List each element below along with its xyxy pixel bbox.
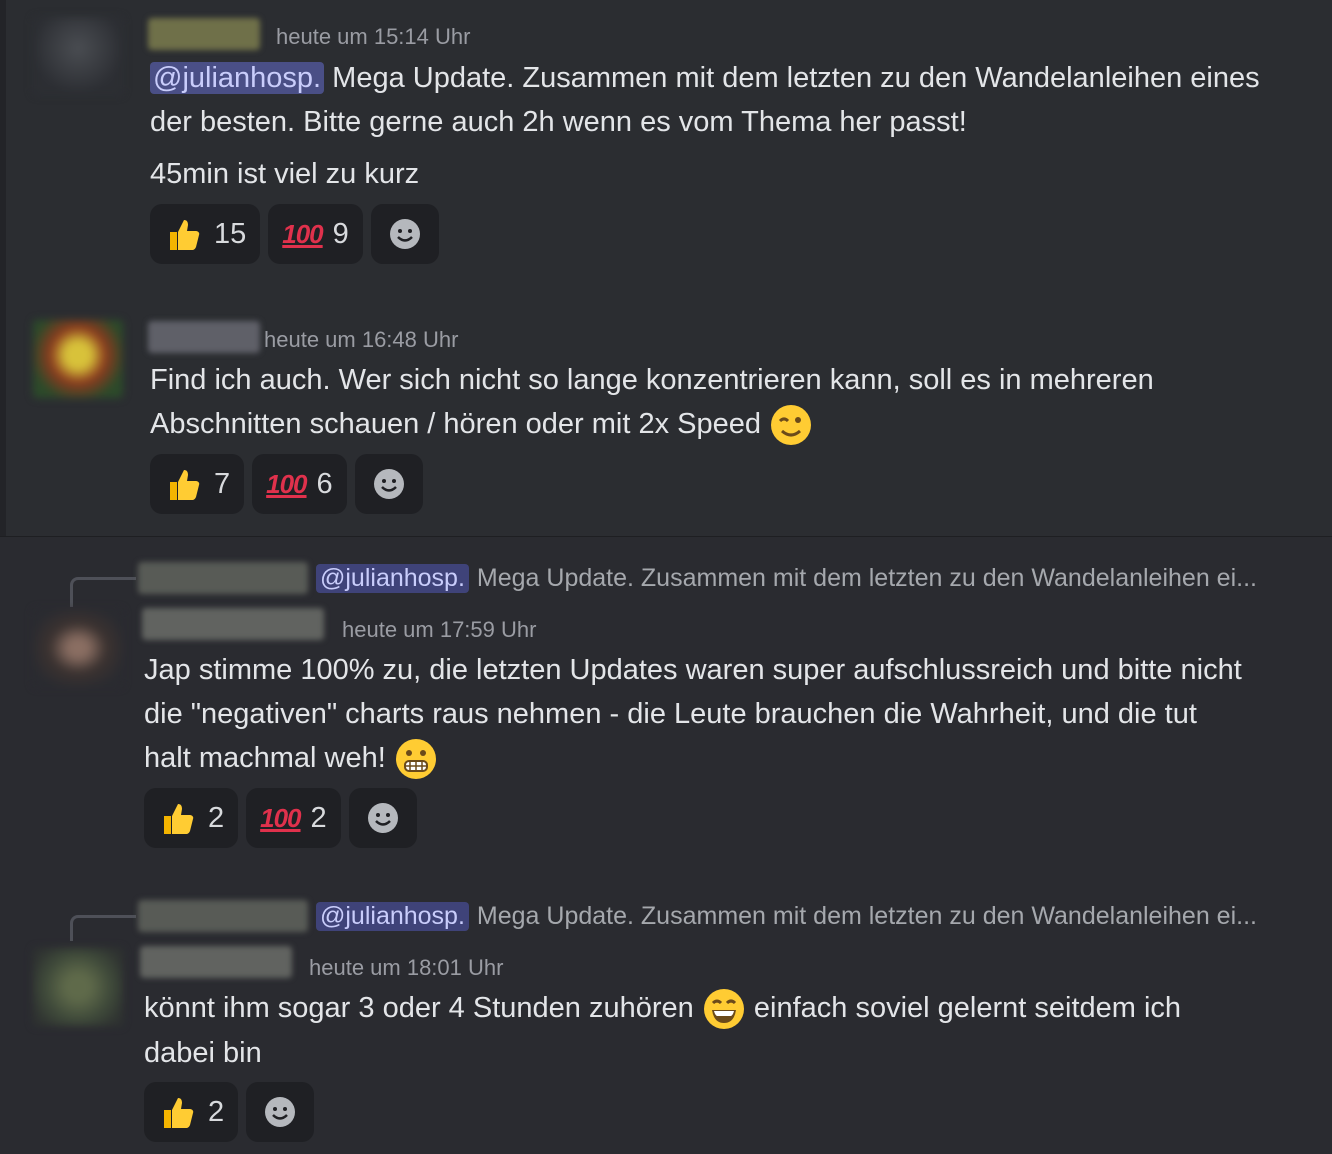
smiley-icon bbox=[389, 219, 420, 249]
add-reaction-button[interactable] bbox=[246, 1082, 315, 1142]
thumbs-up-icon bbox=[170, 220, 200, 250]
reaction-bar: 2 100 2 bbox=[144, 788, 417, 848]
thumbs-up-icon bbox=[164, 1098, 194, 1128]
add-reaction-button[interactable] bbox=[348, 788, 417, 848]
message-text-line: einfach soviel gelernt seitdem ich bbox=[753, 992, 1182, 1024]
smiley-icon bbox=[265, 1097, 296, 1127]
message-text-line: 45min ist viel zu kurz bbox=[150, 158, 420, 190]
reply-text: Mega Update. Zusammen mit dem letzten zu… bbox=[476, 563, 1257, 592]
reply-connector bbox=[70, 915, 136, 941]
grimacing-face-icon bbox=[395, 739, 436, 780]
username[interactable] bbox=[148, 321, 260, 353]
smiley-icon bbox=[373, 469, 404, 499]
reaction-hundred-points[interactable]: 100 2 bbox=[246, 788, 341, 848]
reaction-bar: 15 100 9 bbox=[150, 204, 439, 264]
thumbs-up-icon bbox=[170, 470, 200, 500]
reaction-bar: 7 100 6 bbox=[150, 454, 423, 514]
avatar[interactable] bbox=[33, 609, 123, 687]
hundred-points-icon: 100 bbox=[260, 802, 301, 833]
message-timestamp: heute um 15:14 Uhr bbox=[276, 24, 471, 49]
message-text-line: könnt ihm sogar 3 oder 4 Stunden zuhören bbox=[144, 992, 694, 1024]
reaction-count: 9 bbox=[332, 217, 349, 250]
reaction-count: 15 bbox=[214, 217, 247, 250]
reaction-thumbs-up[interactable]: 7 bbox=[150, 454, 245, 514]
message-text-line: Abschnitten schauen / hören oder mit 2x … bbox=[150, 408, 761, 440]
message-text-line: Jap stimme 100% zu, die letzten Updates … bbox=[144, 654, 1242, 686]
message-content: Find ich auch. Wer sich nicht so lange k… bbox=[150, 358, 1320, 447]
reply-connector bbox=[70, 577, 136, 607]
message-text-line: dabei bin bbox=[144, 1037, 262, 1070]
reaction-count: 7 bbox=[214, 467, 231, 500]
reaction-thumbs-up[interactable]: 2 bbox=[144, 1082, 239, 1142]
reaction-hundred-points[interactable]: 100 9 bbox=[268, 204, 363, 264]
reaction-thumbs-up[interactable]: 2 bbox=[144, 788, 239, 848]
add-reaction-button[interactable] bbox=[370, 204, 439, 264]
avatar[interactable] bbox=[33, 320, 123, 398]
thumbs-up-icon bbox=[164, 804, 194, 834]
reaction-count: 2 bbox=[208, 801, 225, 834]
username[interactable] bbox=[140, 946, 292, 978]
reaction-bar: 2 bbox=[144, 1082, 315, 1142]
message-text-line: die "negativen" charts raus nehmen - die… bbox=[144, 698, 1197, 730]
message-text-line: der besten. Bitte gerne auch 2h wenn es … bbox=[150, 106, 967, 138]
reaction-count: 6 bbox=[316, 467, 333, 500]
message-timestamp: heute um 18:01 Uhr bbox=[309, 955, 504, 980]
user-mention[interactable]: @julianhosp. bbox=[150, 62, 325, 94]
message-content: Jap stimme 100% zu, die letzten Updates … bbox=[144, 648, 1324, 781]
message-timestamp: heute um 17:59 Uhr bbox=[342, 617, 537, 642]
user-mention[interactable]: @julianhosp. bbox=[316, 563, 469, 593]
reaction-count: 2 bbox=[208, 1095, 225, 1128]
winking-face-icon bbox=[771, 405, 812, 446]
reply-text: Mega Update. Zusammen mit dem letzten zu… bbox=[476, 901, 1257, 930]
hundred-points-icon: 100 bbox=[266, 468, 307, 499]
add-reaction-button[interactable] bbox=[354, 454, 423, 514]
reply-username[interactable] bbox=[138, 562, 308, 594]
username[interactable] bbox=[142, 608, 324, 640]
message-text-line: Mega Update. Zusammen mit dem letzten zu… bbox=[324, 62, 1260, 94]
message-content: könnt ihm sogar 3 oder 4 Stunden zuhören… bbox=[144, 986, 1324, 1075]
reply-username[interactable] bbox=[138, 900, 308, 932]
message-timestamp: heute um 16:48 Uhr bbox=[264, 327, 459, 352]
grinning-face-icon bbox=[703, 989, 744, 1030]
message-content: @julianhosp. Mega Update. Zusammen mit d… bbox=[150, 56, 1320, 196]
reaction-count: 2 bbox=[310, 801, 327, 834]
avatar[interactable] bbox=[33, 17, 123, 95]
reaction-thumbs-up[interactable]: 15 bbox=[150, 204, 261, 264]
message-text-line: Find ich auch. Wer sich nicht so lange k… bbox=[150, 364, 1154, 396]
user-mention[interactable]: @julianhosp. bbox=[316, 901, 469, 931]
avatar[interactable] bbox=[33, 948, 123, 1026]
reply-preview[interactable]: @julianhosp. Mega Update. Zusammen mit d… bbox=[138, 562, 1257, 594]
smiley-icon bbox=[367, 803, 398, 833]
reaction-hundred-points[interactable]: 100 6 bbox=[252, 454, 347, 514]
reply-preview[interactable]: @julianhosp. Mega Update. Zusammen mit d… bbox=[138, 900, 1257, 932]
username[interactable] bbox=[148, 18, 260, 50]
message-text-line: halt machmal weh! bbox=[144, 742, 386, 774]
hundred-points-icon: 100 bbox=[282, 218, 323, 249]
